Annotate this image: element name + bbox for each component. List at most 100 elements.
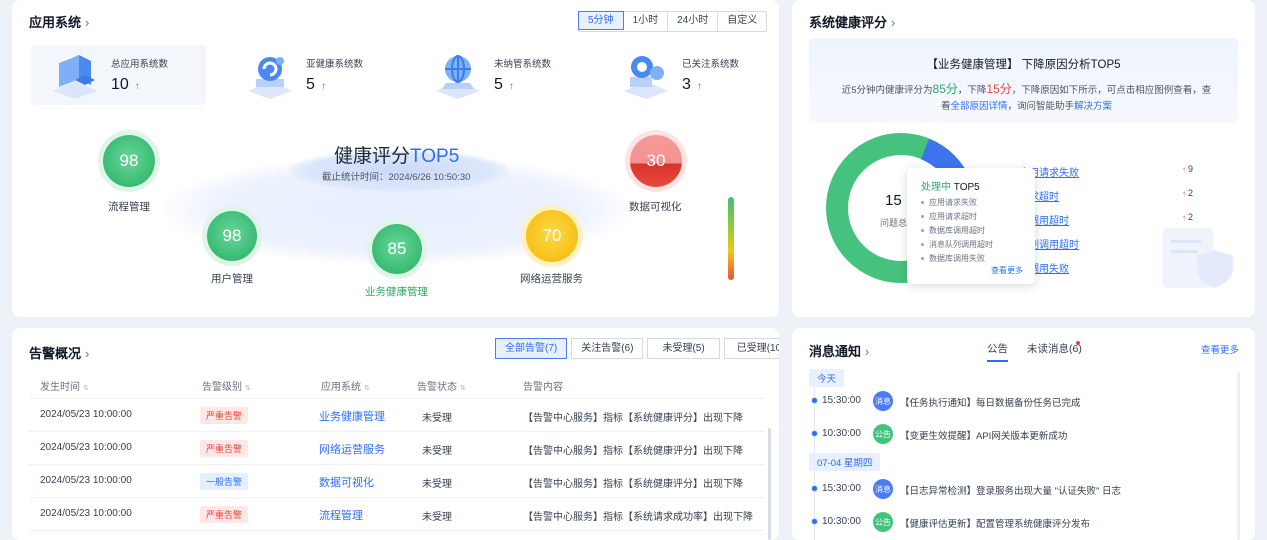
arrow-up-icon: ↑ [320, 81, 326, 92]
app-systems-card: 应用系统 › 5分钟 1小时 24小时 自定义 总应用系统数 10 ↑ 亚健康系… [12, 0, 779, 317]
clipboard-shield-icon [1163, 228, 1233, 288]
table-divider [29, 464, 764, 465]
server-monitor-icon [49, 51, 101, 99]
legend-count: ↑ 9 [1182, 164, 1194, 174]
announcement-badge: 公告 [873, 424, 893, 444]
tooltip-item: 消息队列调用超时 [921, 239, 993, 250]
view-more-link[interactable]: 查看更多 [1201, 342, 1239, 356]
stat-label: 已关注系统数 [682, 59, 740, 70]
alert-filter-tabs: 全部告警(7) 关注告警(6) 未受理(5) 已受理(10) [495, 338, 779, 359]
arrow-up-icon: ↑ [508, 81, 514, 92]
sort-icon: ⇅ [364, 385, 370, 392]
legend-count: ↑ 2 [1182, 188, 1194, 198]
star-badge-icon [620, 51, 672, 99]
legend-item[interactable]: 应用请求失败 ↑ 9 [1019, 164, 1219, 179]
score-stat-time: 截止统计时间：2024/6/26 10:50:30 [322, 172, 471, 183]
system-health-title[interactable]: 系统健康评分 › [809, 12, 895, 31]
range-1hour[interactable]: 1小时 [624, 12, 669, 31]
system-health-title-text: 系统健康评分 [809, 15, 888, 30]
drop-analysis-box: 【业务健康管理】 下降原因分析TOP5 近5分钟内健康评分为85分，下降15分，… [809, 38, 1238, 123]
tab-unread-messages[interactable]: 未读消息(6) [1027, 341, 1082, 356]
stat-unmanaged-systems[interactable]: 未纳管系统数 5 ↑ [432, 45, 602, 105]
score-bubble-network[interactable]: 70 [526, 210, 578, 262]
sort-icon: ⇅ [460, 385, 466, 392]
message-notice-card: 消息通知 › 公告 未读消息(6) 查看更多 今天 15:30:00 消息 【任务… [792, 328, 1255, 540]
all-reasons-link[interactable]: 全部原因详情 [950, 101, 1007, 112]
score-bubble-dataviz[interactable]: 30 [630, 135, 682, 187]
table-divider [29, 497, 764, 498]
arrow-up-icon: ↑ [1182, 165, 1186, 174]
time-range-selector: 5分钟 1小时 24小时 自定义 [578, 11, 768, 32]
range-custom[interactable]: 自定义 [718, 12, 766, 31]
severity-badge: 一般告警 [200, 473, 249, 490]
arrow-up-icon: ↑ [696, 81, 702, 92]
chevron-right-icon: › [891, 15, 896, 30]
bubble-label-business: 业务健康管理 [365, 286, 428, 298]
stat-subhealthy-systems[interactable]: 亚健康系统数 5 ↑ [244, 45, 414, 105]
column-header-system[interactable]: 应用系统 ⇅ [321, 378, 370, 393]
alert-overview-title[interactable]: 告警概况 › [29, 343, 89, 362]
stat-label: 未纳管系统数 [494, 59, 552, 70]
message-notice-title[interactable]: 消息通知 › [809, 341, 869, 360]
score-bubble-user[interactable]: 98 [207, 211, 257, 261]
tooltip-more-link[interactable]: 查看更多 [991, 265, 1023, 276]
sort-icon: ⇅ [245, 385, 251, 392]
globe-shield-icon [432, 51, 484, 99]
timeline-dot [811, 397, 818, 404]
message-badge: 消息 [873, 391, 893, 411]
solution-link[interactable]: 解决方案 [1074, 101, 1112, 112]
range-5min[interactable]: 5分钟 [578, 11, 624, 30]
health-score-value: 85分 [932, 82, 958, 96]
column-header-time[interactable]: 发生时间 ⇅ [40, 378, 89, 393]
severity-badge: 严重告警 [200, 506, 249, 523]
score-bubble-business[interactable]: 85 [372, 224, 422, 274]
timeline-dot [811, 430, 818, 437]
system-link[interactable]: 数据可视化 [319, 474, 374, 490]
system-link[interactable]: 网络运营服务 [319, 441, 385, 457]
tooltip-head: 处理中 TOP5 [921, 182, 980, 193]
reason-tooltip: 处理中 TOP5 应用请求失败 应用请求超时 数据库调用超时 消息队列调用超时 … [907, 168, 1035, 284]
filter-accepted[interactable]: 已受理(10) [723, 338, 779, 359]
filter-unaccepted[interactable]: 未受理(5) [647, 338, 720, 359]
stat-followed-systems[interactable]: 已关注系统数 3 ↑ [620, 45, 770, 105]
table-divider [29, 398, 764, 399]
filter-followed-alerts[interactable]: 关注告警(6) [571, 338, 644, 359]
column-header-level[interactable]: 告警级别 ⇅ [202, 378, 251, 393]
analysis-title: 【业务健康管理】 下降原因分析TOP5 [926, 59, 1121, 71]
bubble-label-process: 流程管理 [108, 201, 150, 213]
column-header-content: 告警内容 [523, 382, 563, 393]
message-scrollbar[interactable] [1237, 372, 1240, 540]
tooltip-item: 应用请求超时 [921, 211, 977, 222]
stat-total-systems[interactable]: 总应用系统数 10 ↑ [31, 45, 206, 105]
analysis-description: 近5分钟内健康评分为85分，下降15分，下降原因如下所示，可点击相应图例查看，查… [841, 82, 1212, 112]
arrow-up-icon: ↑ [1182, 189, 1186, 198]
range-24hour[interactable]: 24小时 [668, 12, 719, 31]
stat-label: 亚健康系统数 [306, 59, 364, 70]
column-header-status[interactable]: 告警状态 ⇅ [417, 378, 466, 393]
bubble-label-network: 网络运营服务 [520, 273, 583, 285]
donut-center-value: 15 [885, 192, 902, 209]
app-systems-title[interactable]: 应用系统 › [29, 12, 89, 31]
legend-item[interactable]: 请求超时 ↑ 2 [1019, 188, 1219, 203]
timeline-dot [811, 518, 818, 525]
donut-center-label: 问题总 [880, 218, 908, 228]
severity-badge: 严重告警 [200, 440, 249, 457]
announcement-badge: 公告 [873, 512, 893, 532]
tooltip-item: 应用请求失败 [921, 197, 977, 208]
table-scrollbar[interactable] [768, 428, 771, 540]
unread-dot [1076, 341, 1080, 345]
chevron-right-icon: › [85, 346, 90, 361]
health-score-title: 健康评分TOP5 [334, 146, 460, 167]
filter-all-alerts[interactable]: 全部告警(7) [495, 338, 568, 359]
score-bubble-process[interactable]: 98 [103, 135, 155, 187]
message-notice-title-text: 消息通知 [809, 344, 862, 359]
message-badge: 消息 [873, 479, 893, 499]
day-tag-today: 今天 [809, 369, 845, 387]
tab-announcements[interactable]: 公告 [987, 341, 1008, 362]
bubble-label-dataviz: 数据可视化 [629, 201, 682, 213]
timeline-dot [811, 485, 818, 492]
system-link[interactable]: 流程管理 [319, 507, 363, 523]
system-link[interactable]: 业务健康管理 [319, 408, 385, 424]
sort-icon: ⇅ [83, 385, 89, 392]
stat-value: 3 ↑ [682, 76, 702, 93]
